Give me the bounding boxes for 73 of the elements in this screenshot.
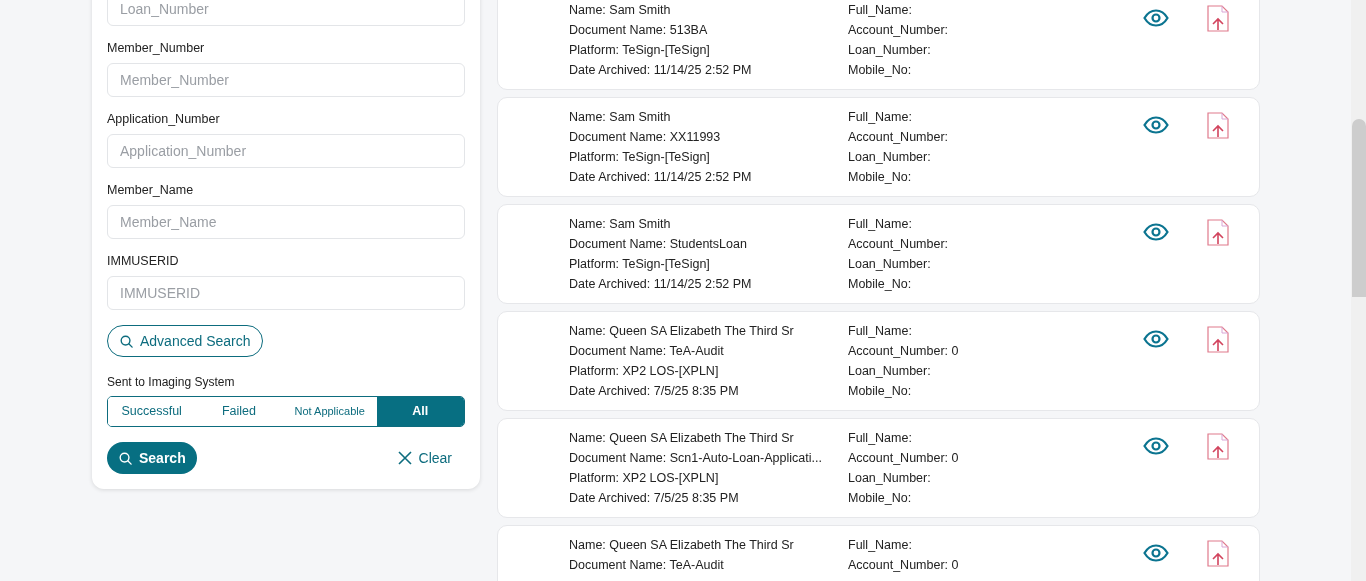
result-detail: Date Archived: 11/14/25 2:52 PM <box>569 276 753 293</box>
field-label: IMMUSERID <box>107 253 180 269</box>
result-detail: Mobile_No: <box>848 62 913 79</box>
field-label: Member_Name <box>107 182 195 198</box>
result-detail: Document Name: TeA-Audit <box>569 343 725 360</box>
result-detail: Document Name: Scn1-Auto-Loan-Applicati... <box>569 450 823 467</box>
view-icon[interactable] <box>1143 330 1169 348</box>
file-upload-icon[interactable] <box>1207 5 1229 32</box>
input-field[interactable]: Member_Number <box>107 63 465 97</box>
result-detail: Account_Number: 0 <box>848 557 960 574</box>
result-detail: Platform: TeSign-[TeSign] <box>569 256 711 273</box>
result-detail: Date Archived: 7/5/25 8:35 PM <box>569 383 740 400</box>
segment-tab[interactable]: All <box>376 397 464 426</box>
result-detail: Full_Name: <box>848 323 913 340</box>
result-detail: Full_Name: <box>848 537 913 554</box>
view-icon[interactable] <box>1143 437 1169 455</box>
result-detail: Name: Queen SA Elizabeth The Third Sr <box>569 323 795 340</box>
file-upload-icon[interactable] <box>1207 326 1229 353</box>
result-detail: Name: Queen SA Elizabeth The Third Sr <box>569 537 795 554</box>
result-detail: Document Name: XX11993 <box>569 129 722 146</box>
view-icon[interactable] <box>1143 116 1169 134</box>
file-upload-icon[interactable] <box>1207 219 1229 246</box>
result-detail: Loan_Number: <box>848 42 932 59</box>
result-detail: Account_Number: 0 <box>848 343 960 360</box>
result-detail: Account_Number: <box>848 236 950 253</box>
scrollbar-thumb[interactable] <box>1352 119 1366 297</box>
result-detail: Date Archived: 7/5/25 8:35 PM <box>569 490 740 507</box>
file-upload-icon[interactable] <box>1207 540 1229 567</box>
result-detail: Full_Name: <box>848 216 913 233</box>
view-icon[interactable] <box>1143 544 1169 562</box>
result-detail: Date Archived: 11/14/25 2:52 PM <box>569 169 753 186</box>
result-detail: Full_Name: <box>848 430 913 447</box>
result-detail: Mobile_No: <box>848 169 913 186</box>
file-upload-icon[interactable] <box>1207 112 1229 139</box>
result-detail: Document Name: StudentsLoan <box>569 236 748 253</box>
result-detail: Account_Number: <box>848 22 950 39</box>
result-detail: Account_Number: <box>848 129 950 146</box>
close-icon <box>396 450 413 466</box>
result-detail: Document Name: 513BA <box>569 22 709 39</box>
result-detail: Mobile_No: <box>848 276 913 293</box>
input-field[interactable]: Application_Number <box>107 134 465 168</box>
view-icon[interactable] <box>1143 9 1169 27</box>
imaging-label: Sent to Imaging System <box>107 375 236 389</box>
result-detail: Platform: XP2 LOS-[XPLN] <box>569 470 720 487</box>
result-detail: Name: Sam Smith <box>569 109 672 126</box>
result-detail: Name: Queen SA Elizabeth The Third Sr <box>569 430 795 447</box>
input-field[interactable]: IMMUSERID <box>107 276 465 310</box>
search-icon <box>118 450 133 466</box>
file-upload-icon[interactable] <box>1207 433 1229 460</box>
field-label: Member_Number <box>107 40 206 56</box>
result-detail: Loan_Number: <box>848 470 932 487</box>
result-detail: Full_Name: <box>848 2 913 19</box>
result-detail: Platform: XP2 LOS-[XPLN] <box>569 363 720 380</box>
search-button[interactable]: Search <box>107 442 197 474</box>
result-detail: Loan_Number: <box>848 149 932 166</box>
result-detail: Full_Name: <box>848 109 913 126</box>
result-detail: Loan_Number: <box>848 256 932 273</box>
result-detail: Account_Number: 0 <box>848 450 960 467</box>
field-label: Application_Number <box>107 111 221 127</box>
result-detail: Mobile_No: <box>848 383 913 400</box>
view-icon[interactable] <box>1143 223 1169 241</box>
result-detail: Mobile_No: <box>848 490 913 507</box>
input-field[interactable]: Loan_Number <box>107 0 465 26</box>
input-field[interactable]: Member_Name <box>107 205 465 239</box>
result-detail: Platform: TeSign-[TeSign] <box>569 42 711 59</box>
clear-button[interactable]: Clear <box>396 447 452 469</box>
result-detail: Loan_Number: <box>848 363 932 380</box>
result-detail: Name: Sam Smith <box>569 216 672 233</box>
result-detail: Name: Sam Smith <box>569 2 672 19</box>
result-detail: Platform: TeSign-[TeSign] <box>569 149 711 166</box>
search-icon <box>119 333 134 349</box>
result-detail: Date Archived: 11/14/25 2:52 PM <box>569 62 753 79</box>
result-detail: Document Name: TeA-Audit <box>569 557 725 574</box>
